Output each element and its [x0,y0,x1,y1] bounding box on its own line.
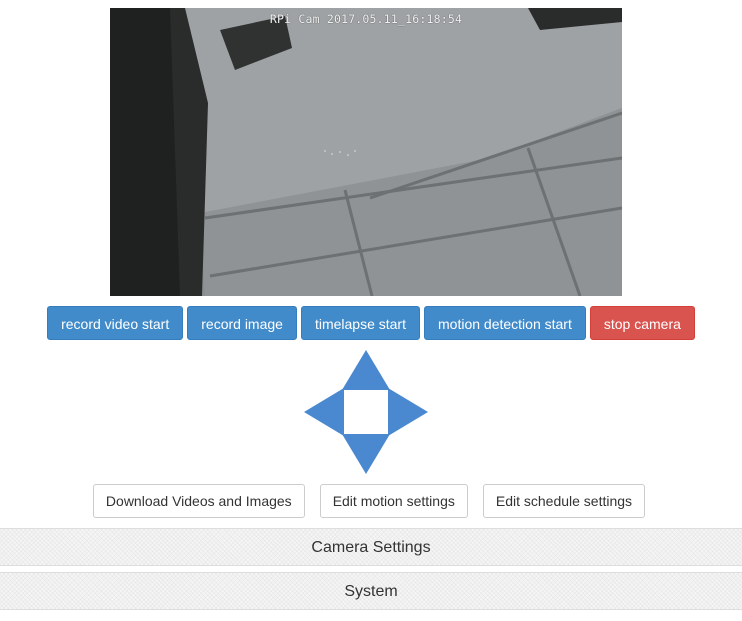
camera-overlay-timestamp: RPi Cam 2017.05.11_16:18:54 [269,12,463,26]
camera-preview-image [110,8,622,296]
arrow-right-icon[interactable] [388,388,428,436]
camera-preview[interactable]: RPi Cam 2017.05.11_16:18:54 [110,8,622,296]
arrow-down-icon[interactable] [342,434,390,474]
edit-motion-settings-button[interactable]: Edit motion settings [319,484,468,518]
arrow-up-icon[interactable] [342,350,390,390]
motion-detection-button[interactable]: motion detection start [424,306,586,340]
record-image-button[interactable]: record image [187,306,297,340]
edit-schedule-settings-button[interactable]: Edit schedule settings [482,484,646,518]
arrow-left-icon[interactable] [304,388,344,436]
timelapse-button[interactable]: timelapse start [300,306,420,340]
settings-links: Download Videos and Images Edit motion s… [0,484,742,518]
pan-tilt-control [304,350,428,474]
system-panel-header[interactable]: System [0,572,742,610]
record-video-button[interactable]: record video start [47,306,184,340]
camera-action-bar: record video start record image timelaps… [0,306,742,340]
download-media-button[interactable]: Download Videos and Images [92,484,305,518]
page: RPi Cam 2017.05.11_16:18:54 record video… [0,0,742,621]
camera-settings-panel-header[interactable]: Camera Settings [0,528,742,566]
stop-camera-button[interactable]: stop camera [589,306,695,340]
